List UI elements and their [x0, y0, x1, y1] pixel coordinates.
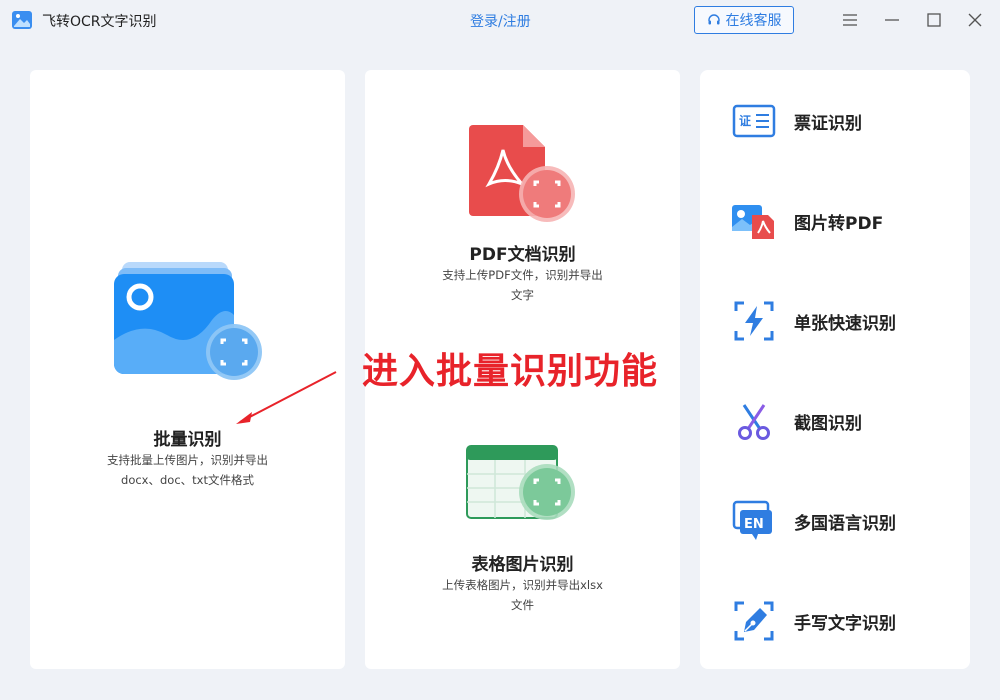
table-recognition-desc-line1: 上传表格图片，识别并导出xlsx — [442, 578, 603, 592]
menu-icon[interactable] — [840, 10, 860, 30]
sidebar-item-label: 票证识别 — [794, 113, 862, 134]
online-support-button[interactable]: 在线客服 — [694, 6, 794, 34]
id-card-icon: 证 — [732, 104, 776, 138]
sidebar-item-label: 图片转PDF — [794, 213, 884, 234]
pdf-recognition-desc-line2: 文字 — [511, 288, 534, 302]
close-icon[interactable] — [965, 10, 985, 30]
sidebar-item-handwriting-recognition[interactable]: 手写文字识别 — [730, 596, 960, 646]
sidebar-item-ticket-recognition[interactable]: 证 票证识别 — [730, 96, 960, 146]
pdf-recognition-title: PDF文档识别 — [469, 245, 576, 265]
svg-text:证: 证 — [739, 114, 751, 128]
sidebar-item-quick-recognition[interactable]: 单张快速识别 — [730, 296, 960, 346]
batch-recognition-title: 批量识别 — [153, 430, 222, 450]
table-recognition-title: 表格图片识别 — [471, 555, 574, 575]
minimize-icon[interactable] — [882, 10, 902, 30]
annotation-callout-text: 进入批量识别功能 — [362, 351, 659, 392]
batch-recognition-desc-line2: docx、doc、txt文件格式 — [121, 473, 254, 487]
online-support-label: 在线客服 — [725, 13, 782, 29]
table-recognition-card[interactable]: 表格图片识别 上传表格图片，识别并导出xlsx 文件 — [365, 370, 680, 669]
app-logo-icon — [12, 11, 32, 29]
language-en-icon: EN — [732, 500, 772, 540]
title-bar: 飞转OCR文字识别 登录/注册 在线客服 — [0, 0, 1000, 40]
lightning-scan-icon — [734, 301, 774, 341]
sidebar-item-screenshot-recognition[interactable]: 截图识别 — [730, 396, 960, 446]
sidebar-item-image-to-pdf[interactable]: 图片转PDF — [730, 196, 960, 246]
pdf-document-icon — [469, 125, 575, 222]
sidebar-item-label: 截图识别 — [794, 413, 862, 434]
sidebar-item-label: 手写文字识别 — [794, 613, 896, 634]
pdf-recognition-desc-line1: 支持上传PDF文件，识别并导出 — [442, 268, 603, 282]
headset-icon — [707, 14, 720, 25]
sidebar-item-label: 多国语言识别 — [794, 513, 896, 534]
sidebar-item-label: 单张快速识别 — [794, 313, 896, 334]
annotation-arrow-icon — [236, 371, 337, 424]
sidebar-item-multilingual-recognition[interactable]: EN 多国语言识别 — [730, 496, 960, 546]
table-image-icon — [466, 445, 575, 520]
image-to-pdf-icon — [732, 205, 774, 239]
app-title: 飞转OCR文字识别 — [42, 14, 157, 30]
feature-sidebar: 证 票证识别 图片转PDF 单张快速识别 截图识别 EN 多国语言识别 手写文字… — [700, 70, 970, 669]
login-register-link[interactable]: 登录/注册 — [470, 11, 531, 31]
table-recognition-desc-line2: 文件 — [511, 598, 534, 612]
batch-images-icon — [114, 262, 262, 380]
pen-nib-icon — [734, 601, 774, 641]
maximize-icon[interactable] — [924, 10, 944, 30]
batch-recognition-desc-line1: 支持批量上传图片，识别并导出 — [107, 453, 268, 467]
scissors-icon — [738, 404, 770, 440]
pdf-recognition-card[interactable]: PDF文档识别 支持上传PDF文件，识别并导出 文字 — [365, 70, 680, 370]
svg-text:EN: EN — [744, 517, 764, 532]
